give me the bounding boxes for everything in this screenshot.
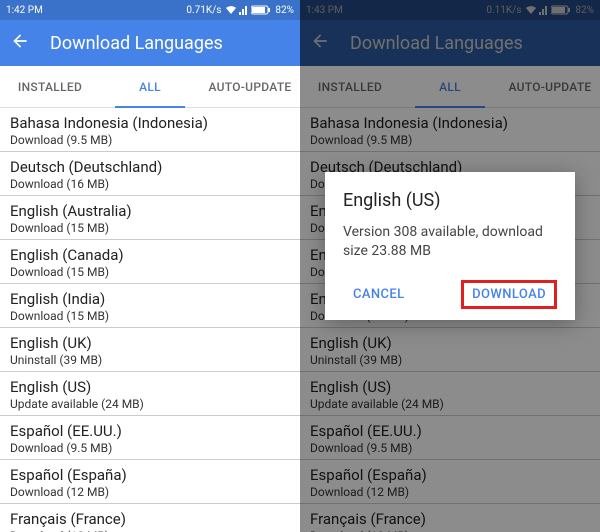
- dialog-title: English (US): [343, 190, 557, 211]
- language-subtext: Download (9.5 MB): [10, 133, 290, 147]
- battery-icon: [251, 5, 271, 15]
- list-item[interactable]: English (UK)Uninstall (39 MB): [0, 328, 300, 372]
- language-subtext: Update available (24 MB): [10, 397, 290, 411]
- download-button[interactable]: DOWNLOAD: [461, 280, 557, 309]
- screen-right: 1:43 PM 0.11K/s 82% Download Languages I…: [300, 0, 600, 532]
- tab-auto-update[interactable]: AUTO-UPDATE: [200, 66, 300, 107]
- language-list[interactable]: Bahasa Indonesia (Indonesia)Download (9.…: [0, 108, 300, 532]
- dialog-actions: CANCEL DOWNLOAD: [343, 279, 557, 310]
- status-battery: 82%: [275, 5, 294, 16]
- language-name: English (US): [10, 378, 290, 396]
- language-name: English (India): [10, 290, 290, 308]
- list-item[interactable]: English (India)Download (15 MB): [0, 284, 300, 328]
- list-item[interactable]: Español (España)Download (12 MB): [0, 460, 300, 504]
- language-name: Français (France): [10, 510, 290, 528]
- list-item[interactable]: Bahasa Indonesia (Indonesia)Download (9.…: [0, 108, 300, 152]
- language-subtext: Download (15 MB): [10, 265, 290, 279]
- status-right: 0.71K/s 82%: [186, 5, 294, 16]
- status-bar: 1:42 PM 0.71K/s 82%: [0, 0, 300, 20]
- list-item[interactable]: Français (France)Download (18 MB): [0, 504, 300, 532]
- language-subtext: Download (9.5 MB): [10, 441, 290, 455]
- language-name: Bahasa Indonesia (Indonesia): [10, 114, 290, 132]
- wifi-icon: [225, 5, 237, 15]
- language-subtext: Download (12 MB): [10, 485, 290, 499]
- tab-installed[interactable]: INSTALLED: [0, 66, 100, 107]
- modal-overlay[interactable]: English (US) Version 308 available, down…: [300, 0, 600, 532]
- list-item[interactable]: English (Canada)Download (15 MB): [0, 240, 300, 284]
- language-name: Deutsch (Deutschland): [10, 158, 290, 176]
- dialog-body: Version 308 available, download size 23.…: [343, 223, 557, 261]
- status-speed: 0.71K/s: [186, 5, 221, 16]
- list-item[interactable]: English (US)Update available (24 MB): [0, 372, 300, 416]
- language-name: English (UK): [10, 334, 290, 352]
- status-time: 1:42 PM: [6, 5, 186, 16]
- list-item[interactable]: Deutsch (Deutschland)Download (16 MB): [0, 152, 300, 196]
- language-name: English (Canada): [10, 246, 290, 264]
- screen-left: 1:42 PM 0.71K/s 82% Download Languages I…: [0, 0, 300, 532]
- download-dialog: English (US) Version 308 available, down…: [325, 172, 575, 320]
- signal-icon: [239, 5, 249, 15]
- status-icons: [225, 5, 271, 15]
- cancel-button[interactable]: CANCEL: [343, 279, 415, 310]
- language-subtext: Download (16 MB): [10, 177, 290, 191]
- language-name: English (Australia): [10, 202, 290, 220]
- app-bar: Download Languages: [0, 20, 300, 66]
- page-title: Download Languages: [50, 33, 223, 54]
- language-subtext: Download (15 MB): [10, 309, 290, 323]
- language-subtext: Uninstall (39 MB): [10, 353, 290, 367]
- tabs: INSTALLED ALL AUTO-UPDATE: [0, 66, 300, 108]
- back-icon[interactable]: [10, 31, 30, 55]
- tab-all[interactable]: ALL: [100, 66, 200, 107]
- language-subtext: Download (15 MB): [10, 221, 290, 235]
- language-name: Español (EE.UU.): [10, 422, 290, 440]
- language-name: Español (España): [10, 466, 290, 484]
- list-item[interactable]: English (Australia)Download (15 MB): [0, 196, 300, 240]
- list-item[interactable]: Español (EE.UU.)Download (9.5 MB): [0, 416, 300, 460]
